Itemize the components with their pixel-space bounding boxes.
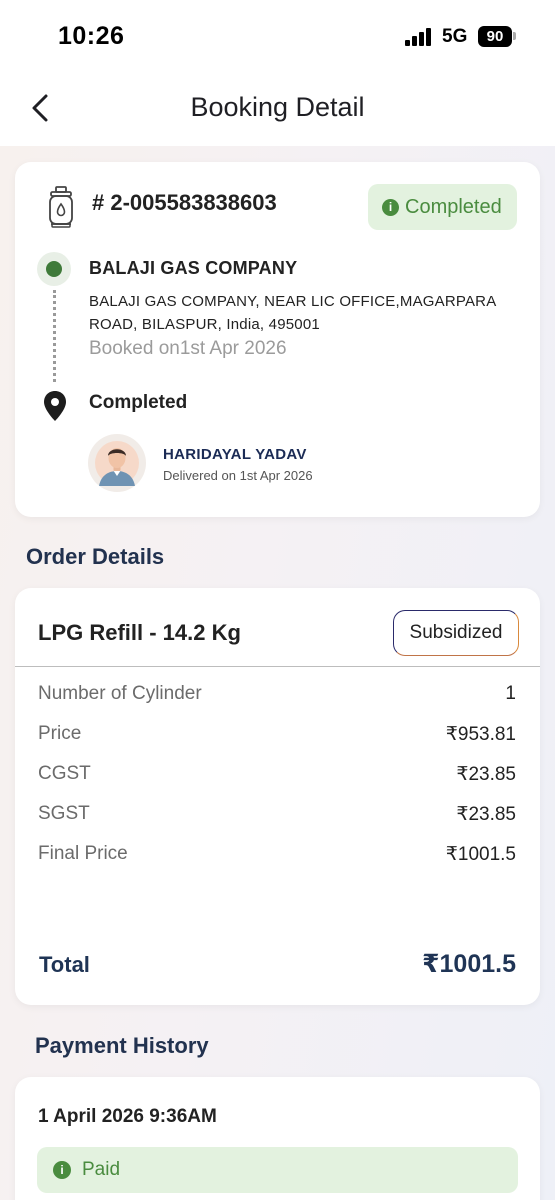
total-label: Total [39, 952, 90, 977]
info-icon: i [53, 1161, 71, 1179]
person-avatar-icon [95, 441, 139, 486]
order-details-card: LPG Refill - 14.2 Kg Subsidized Number o… [15, 588, 540, 1005]
status-badge: i Completed [368, 184, 517, 230]
subsidy-badge: Subsidized [393, 610, 519, 656]
signal-icon [405, 28, 435, 46]
status-time: 10:26 [58, 22, 125, 50]
network-label: 5G [442, 26, 468, 47]
payment-history-card: 1 April 2026 9:36AM i Paid [15, 1077, 540, 1200]
row-value-cylinders: 1 [505, 683, 516, 704]
payment-status-label: Paid [82, 1159, 121, 1180]
row-label-cylinders: Number of Cylinder [38, 683, 202, 704]
battery-icon: 90 [478, 26, 512, 47]
order-details-title: Order Details [26, 544, 165, 569]
row-value-cgst: ₹23.85 [456, 764, 516, 785]
product-name: LPG Refill - 14.2 Kg [38, 620, 241, 645]
total-value: ₹1001.5 [422, 950, 516, 978]
row-label-price: Price [38, 723, 82, 744]
status-badge-label: Completed [405, 196, 502, 218]
status-bar: 10:26 5G 90 [0, 0, 555, 74]
location-pin-icon [44, 391, 66, 421]
row-value-sgst: ₹23.85 [456, 804, 516, 825]
delivered-on-date: Delivered on 1st Apr 2026 [163, 468, 313, 483]
timeline-start-dot [37, 252, 71, 286]
booked-on-date: Booked on1st Apr 2026 [89, 338, 287, 359]
app-header: Booking Detail [0, 74, 555, 146]
row-label-sgst: SGST [38, 803, 90, 824]
battery-tip [513, 32, 516, 40]
gas-cylinder-icon [49, 186, 73, 228]
distributor-name: BALAJI GAS COMPANY [89, 258, 298, 278]
booking-id: # 2-005583838603 [92, 190, 277, 215]
timeline-line [53, 290, 56, 382]
delivery-agent-name: HARIDAYAL YADAV [163, 446, 307, 463]
booking-card: # 2-005583838603 i Completed BALAJI GAS … [15, 162, 540, 517]
delivery-status-label: Completed [89, 392, 188, 413]
row-value-final-price: ₹1001.5 [445, 844, 516, 865]
payment-status-badge: i Paid [37, 1147, 518, 1193]
row-label-final-price: Final Price [38, 843, 128, 864]
info-icon: i [382, 199, 399, 216]
avatar [88, 434, 146, 492]
payment-date: 1 April 2026 9:36AM [38, 1106, 217, 1127]
page-title: Booking Detail [190, 92, 365, 122]
row-label-cgst: CGST [38, 763, 91, 784]
payment-history-title: Payment History [35, 1033, 209, 1058]
divider [15, 666, 540, 667]
row-value-price: ₹953.81 [445, 724, 516, 745]
distributor-address: BALAJI GAS COMPANY, NEAR LIC OFFICE,MAGA… [89, 293, 496, 333]
